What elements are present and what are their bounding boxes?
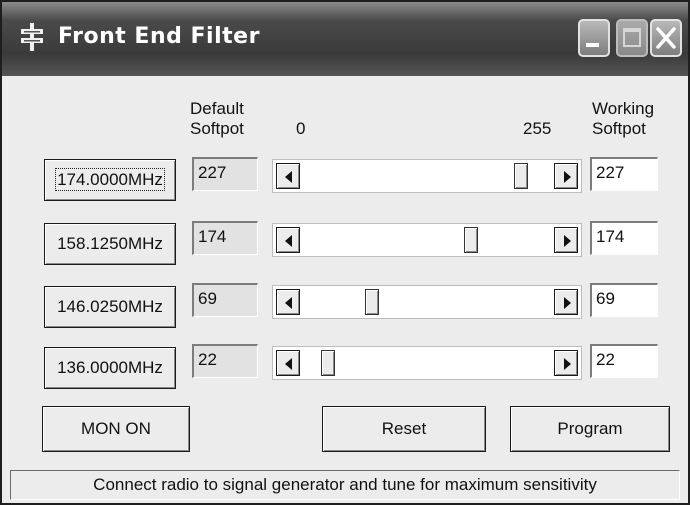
arrow-right-icon xyxy=(564,171,571,183)
close-icon xyxy=(656,27,676,49)
minimize-icon xyxy=(586,43,599,47)
default-softpot-header-line1: Default xyxy=(190,99,244,118)
slider-thumb[interactable] xyxy=(514,163,528,189)
reset-button[interactable]: Reset xyxy=(322,406,486,452)
freq-button-3[interactable]: 146.0250MHz xyxy=(44,286,176,328)
mon-on-button[interactable]: MON ON xyxy=(42,406,190,452)
arrow-right-icon xyxy=(564,235,571,247)
slider-thumb[interactable] xyxy=(464,227,478,253)
slider-left-arrow[interactable] xyxy=(276,289,300,315)
status-bar: Connect radio to signal generator and tu… xyxy=(10,470,680,500)
slider-thumb[interactable] xyxy=(365,289,379,315)
arrow-right-icon xyxy=(564,297,571,309)
working-softpot-input[interactable]: 227 xyxy=(590,157,658,191)
freq-button-label: 158.1250MHz xyxy=(57,234,163,253)
arrow-left-icon xyxy=(285,171,292,183)
app-icon xyxy=(21,23,43,51)
maximize-button[interactable] xyxy=(616,19,648,57)
slider-right-arrow[interactable] xyxy=(554,163,578,189)
working-softpot-header-line1: Working xyxy=(592,99,655,118)
freq-button-label: 146.0250MHz xyxy=(57,297,163,316)
softpot-slider[interactable] xyxy=(272,285,582,319)
arrow-left-icon xyxy=(285,235,292,247)
freq-button-1[interactable]: 174.0000MHz xyxy=(44,159,176,201)
freq-button-label: 174.0000MHz xyxy=(55,168,165,191)
window-title: Front End Filter xyxy=(58,24,260,49)
minimize-button[interactable] xyxy=(578,19,610,57)
slider-right-arrow[interactable] xyxy=(554,227,578,253)
freq-button-label: 136.0000MHz xyxy=(57,358,163,377)
scale-max-label: 255 xyxy=(523,119,552,138)
default-softpot-field: 69 xyxy=(192,283,258,317)
scale-min-label: 0 xyxy=(296,119,306,138)
softpot-slider[interactable] xyxy=(272,159,582,193)
working-softpot-input[interactable]: 174 xyxy=(590,221,658,255)
program-button[interactable]: Program xyxy=(510,406,670,452)
working-softpot-input[interactable]: 22 xyxy=(590,344,658,378)
arrow-left-icon xyxy=(285,358,292,370)
title-bar[interactable]: Front End Filter xyxy=(2,2,688,76)
front-end-filter-window: Front End Filter Default Softpot 0 255 W… xyxy=(0,0,690,505)
slider-left-arrow[interactable] xyxy=(276,163,300,189)
working-softpot-input[interactable]: 69 xyxy=(590,283,658,317)
softpot-slider[interactable] xyxy=(272,346,582,380)
arrow-right-icon xyxy=(564,358,571,370)
arrow-left-icon xyxy=(285,297,292,309)
working-softpot-header: Working Softpot xyxy=(592,99,654,139)
freq-button-2[interactable]: 158.1250MHz xyxy=(44,223,176,265)
default-softpot-header-line2: Softpot xyxy=(190,119,244,138)
slider-right-arrow[interactable] xyxy=(554,289,578,315)
slider-right-arrow[interactable] xyxy=(554,350,578,376)
softpot-slider[interactable] xyxy=(272,223,582,257)
default-softpot-field: 174 xyxy=(192,221,258,255)
default-softpot-field: 22 xyxy=(192,344,258,378)
maximize-icon xyxy=(623,28,641,47)
freq-button-4[interactable]: 136.0000MHz xyxy=(44,347,176,389)
slider-left-arrow[interactable] xyxy=(276,227,300,253)
working-softpot-header-line2: Softpot xyxy=(592,119,646,138)
default-softpot-header: Default Softpot xyxy=(190,99,244,139)
close-button[interactable] xyxy=(650,19,682,57)
slider-left-arrow[interactable] xyxy=(276,350,300,376)
default-softpot-field: 227 xyxy=(192,157,258,191)
slider-thumb[interactable] xyxy=(321,350,335,376)
